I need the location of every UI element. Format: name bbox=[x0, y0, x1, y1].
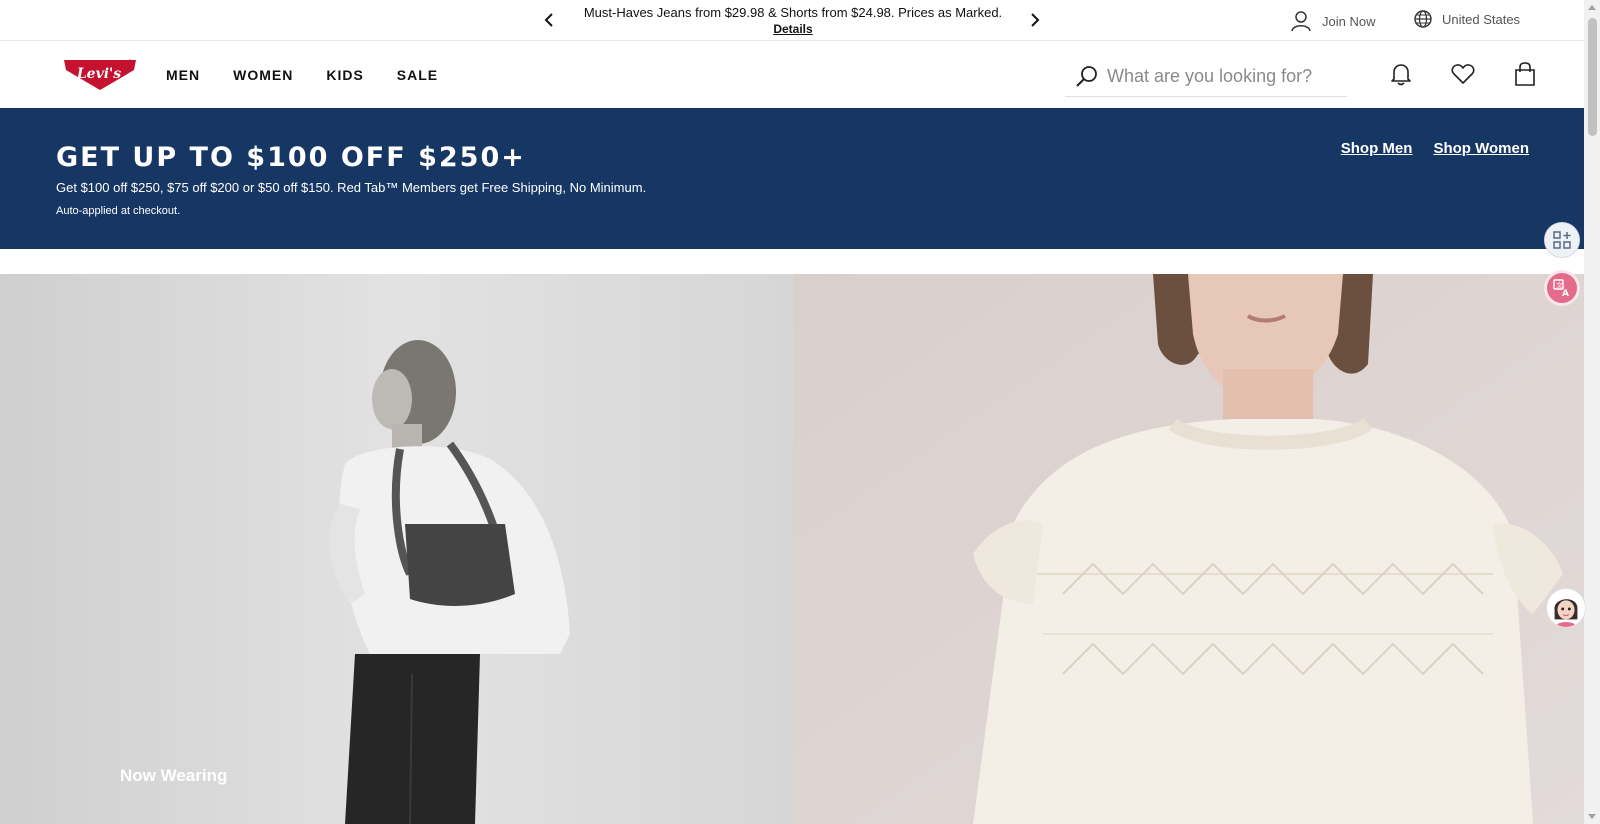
hero-section: Now Wearing bbox=[0, 274, 1584, 824]
apps-widget-button[interactable] bbox=[1544, 222, 1580, 258]
nav-sale[interactable]: SALE bbox=[397, 67, 438, 83]
join-now-link[interactable]: Join Now bbox=[1290, 10, 1375, 32]
scroll-thumb[interactable] bbox=[1588, 18, 1597, 136]
assistant-avatar-icon bbox=[1547, 589, 1585, 627]
nav-men[interactable]: MEN bbox=[166, 67, 200, 83]
heart-icon bbox=[1451, 64, 1475, 84]
hero-image-left[interactable]: Now Wearing bbox=[0, 274, 793, 824]
hero-image-right[interactable] bbox=[793, 274, 1584, 824]
nav-women[interactable]: WOMEN bbox=[233, 67, 293, 83]
search-icon[interactable] bbox=[1075, 65, 1099, 89]
globe-icon bbox=[1414, 10, 1432, 28]
apps-grid-icon bbox=[1553, 231, 1571, 249]
levis-logo[interactable]: Levi's bbox=[64, 58, 136, 92]
search-box bbox=[1065, 57, 1347, 97]
shopping-bag-icon bbox=[1515, 62, 1535, 86]
notifications-button[interactable] bbox=[1388, 61, 1414, 87]
shop-women-link[interactable]: Shop Women bbox=[1433, 140, 1529, 157]
category-links: MEN WOMEN KIDS SALE bbox=[166, 67, 438, 83]
levis-logo-icon: Levi's bbox=[64, 59, 136, 90]
search-input[interactable] bbox=[1107, 66, 1337, 87]
nav-kids[interactable]: KIDS bbox=[326, 67, 363, 83]
banner-links: Shop Men Shop Women bbox=[1341, 140, 1529, 157]
translate-widget-button[interactable]: 文A bbox=[1544, 270, 1580, 306]
scroll-down-arrow-icon[interactable] bbox=[1588, 814, 1596, 819]
page-scrollbar[interactable] bbox=[1584, 0, 1600, 824]
banner-note: Auto-applied at checkout. bbox=[56, 205, 181, 217]
cart-button[interactable] bbox=[1512, 61, 1538, 87]
bell-icon bbox=[1391, 64, 1411, 86]
banner-subtitle: Get $100 off $250, $75 off $200 or $50 o… bbox=[56, 180, 647, 195]
promo-next-button[interactable] bbox=[1025, 10, 1045, 30]
page: Must-Haves Jeans from $29.98 & Shorts fr… bbox=[0, 0, 1584, 824]
promo-banner: GET UP TO $100 OFF $250+ Get $100 off $2… bbox=[0, 108, 1584, 249]
country-label: United States bbox=[1442, 11, 1521, 27]
promo-bar: Must-Haves Jeans from $29.98 & Shorts fr… bbox=[0, 0, 1584, 41]
hero-photo-right bbox=[793, 274, 1584, 824]
main-nav: Levi's MEN WOMEN KIDS SALE bbox=[0, 41, 1584, 108]
country-selector[interactable]: United States bbox=[1414, 10, 1520, 28]
wishlist-button[interactable] bbox=[1450, 61, 1476, 87]
banner-title: GET UP TO $100 OFF $250+ bbox=[56, 142, 526, 173]
shop-men-link[interactable]: Shop Men bbox=[1341, 140, 1413, 157]
hero-caption-now-wearing[interactable]: Now Wearing bbox=[120, 766, 227, 786]
user-icon bbox=[1291, 11, 1311, 32]
promo-text: Must-Haves Jeans from $29.98 & Shorts fr… bbox=[583, 5, 1003, 20]
join-now-label: Join Now bbox=[1322, 13, 1376, 29]
translate-icon: 文A bbox=[1553, 279, 1569, 297]
chevron-right-icon bbox=[1031, 13, 1040, 27]
promo-message: Must-Haves Jeans from $29.98 & Shorts fr… bbox=[520, 5, 1066, 38]
chat-assistant-button[interactable] bbox=[1546, 588, 1586, 628]
hero-photo-left bbox=[0, 274, 793, 824]
svg-text:A: A bbox=[1562, 289, 1569, 297]
promo-details-link[interactable]: Details bbox=[773, 22, 812, 37]
svg-text:Levi's: Levi's bbox=[76, 66, 121, 82]
scroll-up-arrow-icon[interactable] bbox=[1588, 5, 1596, 10]
